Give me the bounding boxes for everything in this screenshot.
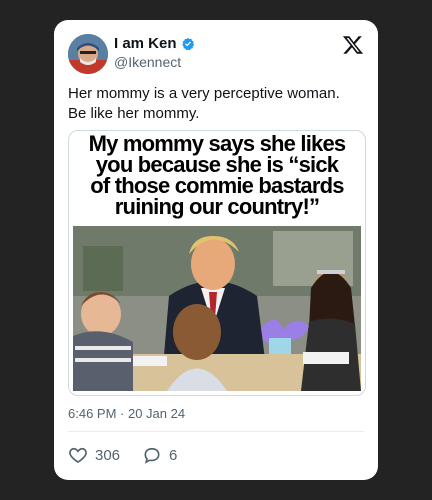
meme-photo (73, 226, 361, 391)
tweet-text: Her mommy is a very perceptive woman. Be… (68, 84, 364, 124)
divider (68, 431, 364, 432)
like-button[interactable]: 306 (68, 445, 120, 465)
tweet-timestamp[interactable]: 6:46 PM · 20 Jan 24 (68, 406, 185, 421)
meme-caption-line: you because she is “sick (95, 152, 339, 177)
avatar[interactable] (68, 34, 108, 74)
avatar-image (68, 34, 108, 74)
reply-button[interactable]: 6 (142, 445, 177, 465)
reply-bubble-icon (144, 447, 160, 464)
meme-caption: My mommy says she likes you because she … (69, 131, 365, 219)
tweet-actions: 306 6 (68, 445, 177, 465)
verified-badge-icon (181, 37, 194, 51)
meme-caption-line: My mommy says she likes (88, 131, 347, 156)
author-name-row: I am Ken (114, 35, 195, 53)
x-logo-icon[interactable] (342, 34, 364, 56)
tweet-text-line: Be like her mommy. (68, 105, 200, 122)
tweet-card: I am Ken @Ikennect Her mommy is a very p… (54, 20, 378, 480)
author-display-name[interactable]: I am Ken (114, 35, 177, 53)
heart-icon (69, 447, 87, 464)
author-handle[interactable]: @Ikennect (114, 54, 181, 70)
reply-count: 6 (169, 446, 178, 464)
like-count: 306 (95, 446, 121, 464)
meme-caption-line: of those commie bastards (90, 173, 344, 198)
tweet-text-line: Her mommy is a very perceptive woman. (68, 85, 340, 102)
meme-caption-line: ruining our country!” (114, 194, 320, 219)
tweet-media[interactable]: My mommy says she likes you because she … (68, 130, 366, 396)
